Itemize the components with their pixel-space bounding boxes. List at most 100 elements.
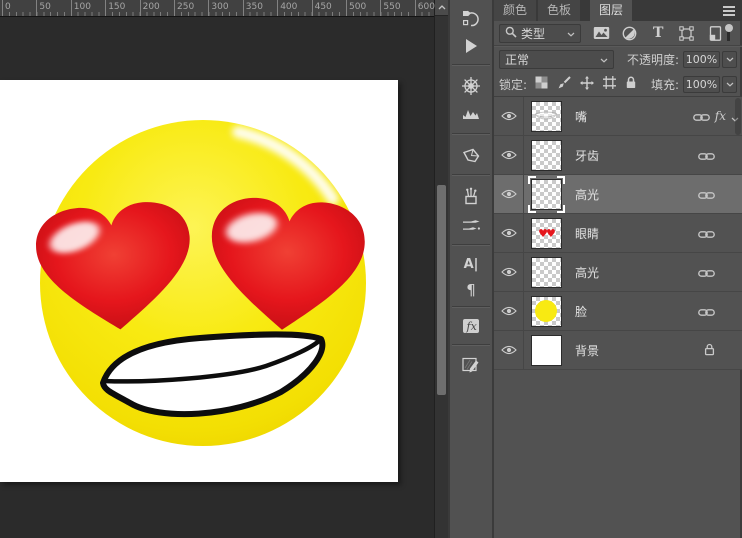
- ruler-tick: 50: [36, 0, 51, 16]
- ruler-tick: 350: [242, 0, 263, 16]
- layer-name[interactable]: 高光: [575, 264, 698, 281]
- link-icon[interactable]: [698, 302, 715, 321]
- shape-layers-filter-icon[interactable]: [678, 24, 696, 42]
- layer-thumbnail[interactable]: ♥♥: [524, 217, 568, 249]
- layer-row[interactable]: 嘴 fx: [494, 97, 742, 136]
- lock-pixels-brush-icon[interactable]: [557, 75, 571, 93]
- canvas-vertical-scrollbar[interactable]: [434, 0, 448, 538]
- layer-name[interactable]: 背景: [575, 342, 704, 359]
- filter-type-label: 类型: [521, 26, 546, 41]
- layer-name[interactable]: 高光: [575, 186, 698, 203]
- layer-row[interactable]: 脸: [494, 292, 742, 331]
- layer-row[interactable]: 高光: [494, 175, 742, 214]
- layer-row[interactable]: 牙齿: [494, 136, 742, 175]
- paragraph-panel-icon[interactable]: ¶: [450, 275, 492, 305]
- lock-all-padlock-icon[interactable]: [625, 76, 637, 92]
- panel-menu-icon[interactable]: [723, 5, 735, 16]
- layer-name[interactable]: 脸: [575, 303, 698, 320]
- opacity-value[interactable]: 100%: [683, 50, 720, 68]
- canvas-pasteboard[interactable]: [0, 17, 434, 538]
- chevron-down-icon: [567, 26, 575, 40]
- layer-thumbnail[interactable]: [524, 139, 568, 171]
- emoji-artwork: [36, 120, 366, 446]
- hearts-thumbnail-glyph: ♥♥: [538, 226, 556, 240]
- svg-text:fx: fx: [466, 320, 478, 333]
- visibility-eye-toggle[interactable]: [494, 253, 524, 291]
- visibility-eye-toggle[interactable]: [494, 331, 524, 369]
- visibility-eye-toggle[interactable]: [494, 214, 524, 252]
- fill-value[interactable]: 100%: [683, 75, 720, 93]
- layer-thumbnail[interactable]: [524, 175, 568, 213]
- pixel-layers-filter-icon[interactable]: [592, 24, 610, 42]
- blend-mode-combo[interactable]: 正常: [499, 49, 614, 69]
- layer-fx-badge[interactable]: fx: [715, 109, 726, 123]
- fill-chevron-button[interactable]: [722, 75, 737, 93]
- fill-label: 填充:: [650, 77, 679, 92]
- tab-swatches[interactable]: 色板: [538, 0, 581, 21]
- brush-settings-icon[interactable]: [450, 210, 492, 240]
- link-icon[interactable]: [692, 107, 710, 126]
- scrollbar-up-arrow-icon[interactable]: [435, 0, 448, 16]
- tab-color[interactable]: 颜色: [494, 0, 537, 21]
- ruler-tick: 200: [139, 0, 160, 16]
- layer-name[interactable]: 嘴: [575, 108, 693, 125]
- blend-mode-value: 正常: [505, 52, 530, 67]
- layer-thumbnail[interactable]: [524, 256, 568, 288]
- tab-layers[interactable]: 图层: [590, 0, 633, 21]
- layer-filter-row: 类型 T: [494, 21, 742, 46]
- layer-row[interactable]: ♥♥ 眼睛: [494, 214, 742, 253]
- opacity-chevron-button[interactable]: [722, 50, 737, 68]
- layer-list: 嘴 fx 牙齿 高光 ♥♥ 眼睛 高光脸背景: [494, 97, 742, 370]
- type-layers-filter-icon[interactable]: T: [649, 24, 667, 42]
- link-icon[interactable]: [698, 185, 715, 204]
- panel-icon-dock: A| ¶ fx: [448, 0, 494, 538]
- styles-fx-icon[interactable]: fx: [450, 311, 492, 341]
- lock-transparency-icon[interactable]: [535, 76, 548, 92]
- ruler-tick: 600: [414, 0, 435, 16]
- face-thumbnail-circle: [535, 300, 557, 322]
- visibility-eye-toggle[interactable]: [494, 175, 524, 213]
- lock-position-move-icon[interactable]: [580, 75, 595, 93]
- tool-presets-cup-icon[interactable]: [450, 181, 492, 211]
- layer-row[interactable]: 高光: [494, 253, 742, 292]
- actions-play-icon[interactable]: [450, 31, 492, 61]
- layer-name[interactable]: 牙齿: [575, 147, 698, 164]
- dock-separator: [452, 344, 490, 345]
- histogram-icon[interactable]: [450, 98, 492, 128]
- visibility-eye-toggle[interactable]: [494, 97, 524, 135]
- visibility-eye-toggle[interactable]: [494, 136, 524, 174]
- ruler-tick: 450: [311, 0, 332, 16]
- folded-page-icon[interactable]: [450, 140, 492, 170]
- helm-wheel-icon[interactable]: [450, 71, 492, 101]
- scrollbar-thumb[interactable]: [437, 185, 446, 395]
- filter-type-combo[interactable]: 类型: [499, 23, 582, 43]
- pen-document-icon[interactable]: [450, 350, 492, 380]
- link-icon[interactable]: [698, 146, 715, 165]
- ruler-tick: 400: [277, 0, 297, 16]
- opacity-label: 不透明度:: [626, 52, 679, 67]
- horizontal-ruler[interactable]: 0 50 100 150 200 250 300 350 400 450 500 550 600: [0, 0, 435, 17]
- history-icon[interactable]: [450, 3, 492, 33]
- layer-name[interactable]: 眼睛: [575, 225, 698, 242]
- layer-thumbnail[interactable]: [524, 295, 568, 327]
- lock-artboard-frame-icon[interactable]: [603, 76, 617, 92]
- link-icon[interactable]: [698, 224, 715, 243]
- layer-thumbnail[interactable]: [524, 334, 568, 366]
- dock-separator: [452, 133, 490, 134]
- document-canvas[interactable]: [0, 80, 398, 482]
- smart-object-filter-icon[interactable]: [707, 24, 725, 42]
- photoshop-window: 0 50 100 150 200 250 300 350 400 450 500 550 600: [0, 0, 742, 538]
- layer-thumbnail[interactable]: [524, 100, 568, 132]
- adjustment-layers-filter-icon[interactable]: [621, 24, 639, 42]
- link-icon[interactable]: [698, 263, 715, 282]
- ruler-tick: 300: [208, 0, 229, 16]
- dock-separator: [452, 64, 490, 65]
- layer-list-scrollbar[interactable]: [735, 98, 741, 135]
- dock-separator: [452, 244, 490, 245]
- character-glyph: A|: [463, 256, 479, 272]
- layer-row[interactable]: 背景: [494, 331, 742, 370]
- visibility-eye-toggle[interactable]: [494, 292, 524, 330]
- panel-tab-bar: 颜色 色板 图层: [494, 0, 742, 21]
- paragraph-glyph: ¶: [466, 281, 476, 299]
- layer-filter-toggle[interactable]: [724, 24, 733, 42]
